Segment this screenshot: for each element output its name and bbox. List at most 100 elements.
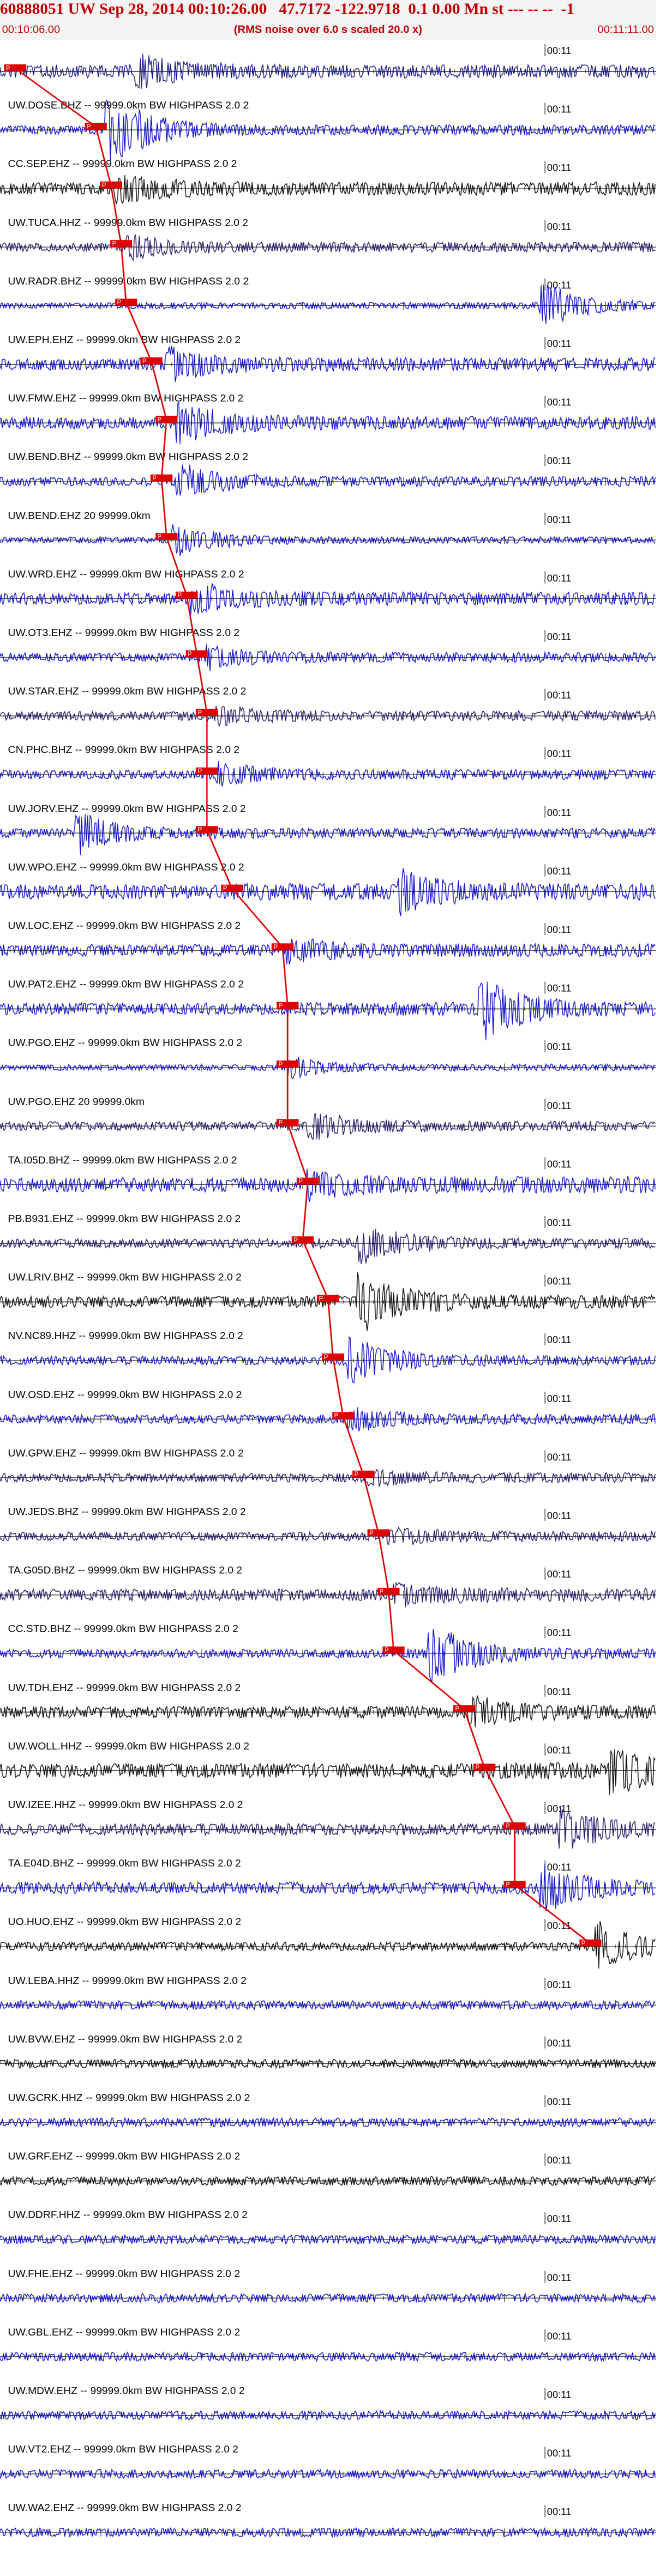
pick-label: P [158,535,162,541]
station-label: UW.GRF.EHZ -- 99999.0km BW HIGHPASS 2.0 … [8,2151,240,2163]
station-label: PB.B931.EHZ -- 99999.0km BW HIGHPASS 2.0… [8,1213,241,1225]
pick-label: P [117,300,121,306]
minute-mark-label: 00:11 [547,866,572,877]
minute-mark-label: 00:11 [547,1980,572,1991]
pick-label: P [475,1765,479,1771]
end-time-label: 00:11:11.00 [597,24,654,36]
minute-mark-label: 00:11 [547,1159,572,1170]
minute-mark-label: 00:11 [547,1042,572,1053]
minute-mark-label: 00:11 [547,1745,572,1756]
station-label: UW.OSD.EHZ -- 99999.0km BW HIGHPASS 2.0 … [8,1389,242,1401]
minute-mark-label: 00:11 [547,691,572,702]
pick-label: P [506,1882,510,1888]
pick-label: P [188,652,192,658]
waveform [0,1168,656,1203]
station-label: UW.WPO.EHZ -- 99999.0km BW HIGHPASS 2.0 … [8,861,244,873]
station-label: UW.DOSE.BHZ -- 99999.0km BW HIGHPASS 2.0… [8,100,249,112]
waveform [0,1228,656,1264]
station-label: UW.BVW.EHZ -- 99999.0km BW HIGHPASS 2.0 … [8,2033,243,2045]
pick-label: P [152,476,156,482]
pick-label: P [198,828,202,834]
minute-mark-label: 00:11 [547,1628,572,1639]
minute-mark-label: 00:11 [547,925,572,936]
pick-label: P [369,1531,373,1537]
station-label: UW.GPW.EHZ -- 99999.0km BW HIGHPASS 2.0 … [8,1447,244,1459]
station-label: UW.VT2.EHZ -- 99999.0km BW HIGHPASS 2.0 … [8,2444,238,2456]
station-label: UW.IZEE.HHZ -- 99999.0km BW HIGHPASS 2.0… [8,1799,243,1811]
pick-label: P [334,1414,338,1420]
station-label: UW.FMW.EHZ -- 99999.0km BW HIGHPASS 2.0 … [8,393,244,405]
waveform [0,1468,656,1487]
pick-label: P [279,1121,283,1127]
station-label: UW.MDW.EHZ -- 99999.0km BW HIGHPASS 2.0 … [8,2385,245,2397]
minute-mark-label: 00:11 [547,2214,572,2225]
minute-mark-label: 00:11 [547,105,572,116]
station-label: UW.OT3.EHZ -- 99999.0km BW HIGHPASS 2.0 … [8,627,240,639]
minute-mark-label: 00:11 [547,222,572,233]
minute-mark-label: 00:11 [547,2390,572,2401]
station-label: UW.PAT2.EHZ -- 99999.0km BW HIGHPASS 2.0… [8,979,244,991]
minute-mark-label: 00:11 [547,1335,572,1346]
station-label: UW.TUCA.HHZ -- 99999.0km BW HIGHPASS 2.0… [8,217,248,229]
pick-label: P [319,1296,323,1302]
minute-mark-label: 00:11 [547,1277,572,1288]
pick-label: P [158,417,162,423]
pick-label: P [294,1238,298,1244]
pick-label: P [178,593,182,599]
station-label: UW.DDRF.HHZ -- 99999.0km BW HIGHPASS 2.0… [8,2209,248,2221]
station-label: UW.WRD.EHZ -- 99999.0km BW HIGHPASS 2.0 … [8,568,244,580]
pick-label: P [279,1062,283,1068]
minute-mark-label: 00:11 [547,1394,572,1405]
station-label: UW.PGO.EHZ -- 99999.0km BW HIGHPASS 2.0 … [8,1037,243,1049]
pick-label: P [324,1355,328,1361]
pick-label: P [506,1824,510,1830]
minute-mark-label: 00:11 [547,2331,572,2342]
station-label: UO.HUO.EHZ -- 99999.0km BW HIGHPASS 2.0 … [8,1916,241,1928]
pick-label: P [6,66,10,72]
station-label: TA.G05D.BHZ -- 99999.0km BW HIGHPASS 2.0… [8,1565,242,1577]
waveform [0,401,656,445]
minute-mark-label: 00:11 [547,2449,572,2460]
pick-label: P [87,124,91,130]
minute-mark-label: 00:11 [547,2507,572,2518]
pick-label: P [142,359,146,365]
station-label: UW.EPH.EHZ -- 99999.0km BW HIGHPASS 2.0 … [8,334,241,346]
station-label: UW.LOC.EHZ -- 99999.0km BW HIGHPASS 2.0 … [8,920,241,932]
station-label: CC.SEP.EHZ -- 99999.0km BW HIGHPASS 2.0 … [8,158,237,170]
station-label: CN.PHC.BHZ -- 99999.0km BW HIGHPASS 2.0 … [8,744,240,756]
station-label: UW.LRIV.BHZ -- 99999.0km BW HIGHPASS 2.0… [8,1272,242,1284]
minute-mark-label: 00:11 [547,1863,572,1874]
station-label: NV.NC89.HHZ -- 99999.0km BW HIGHPASS 2.0… [8,1330,243,1342]
seismogram-panel: 00:11 P 00:11 UW.DOSE.BHZ -- 99999.0km BW H… [0,44,656,2539]
pick-label: P [112,242,116,248]
station-label: UW.WA2.EHZ -- 99999.0km BW HIGHPASS 2.0 … [8,2502,242,2514]
station-label: UW.JEDS.BHZ -- 99999.0km BW HIGHPASS 2.0… [8,1506,246,1518]
minute-mark-label: 00:11 [547,163,572,174]
station-label: UW.PGO.EHZ 20 99999.0km [8,1096,145,1108]
minute-mark-label: 00:11 [547,1511,572,1522]
minute-mark-label: 00:11 [547,1452,572,1463]
pick-label: P [299,1179,303,1185]
pick-label: P [102,183,106,189]
waveform [0,761,656,787]
plot-header: 60888051 UW Sep 28, 2014 00:10:26.00 47.… [0,0,656,40]
pick-label: P [279,1003,283,1009]
pick-label: P [354,1472,358,1478]
station-label: UW.WOLL.HHZ -- 99999.0km BW HIGHPASS 2.0… [8,1740,250,1752]
waveform [0,583,656,615]
station-label: UW.STAR.EHZ -- 99999.0km BW HIGHPASS 2.0… [8,686,246,698]
station-label: TA.I05D.BHZ -- 99999.0km BW HIGHPASS 2.0… [8,1154,237,1166]
minute-mark-label: 00:11 [547,984,572,995]
pick-label: P [198,710,202,716]
minute-mark-label: 00:11 [547,2038,572,2049]
minute-mark-label: 00:11 [547,1687,572,1698]
waveform [0,814,656,856]
waveform [0,345,656,383]
station-label: UW.BEND.BHZ -- 99999.0km BW HIGHPASS 2.0… [8,451,248,463]
pick-label: P [223,886,227,892]
pick-label: P [581,1941,585,1947]
minute-mark-label: 00:11 [547,749,572,760]
waveform [0,938,656,965]
pick-label: P [198,769,202,775]
minute-mark-label: 00:11 [547,808,572,819]
